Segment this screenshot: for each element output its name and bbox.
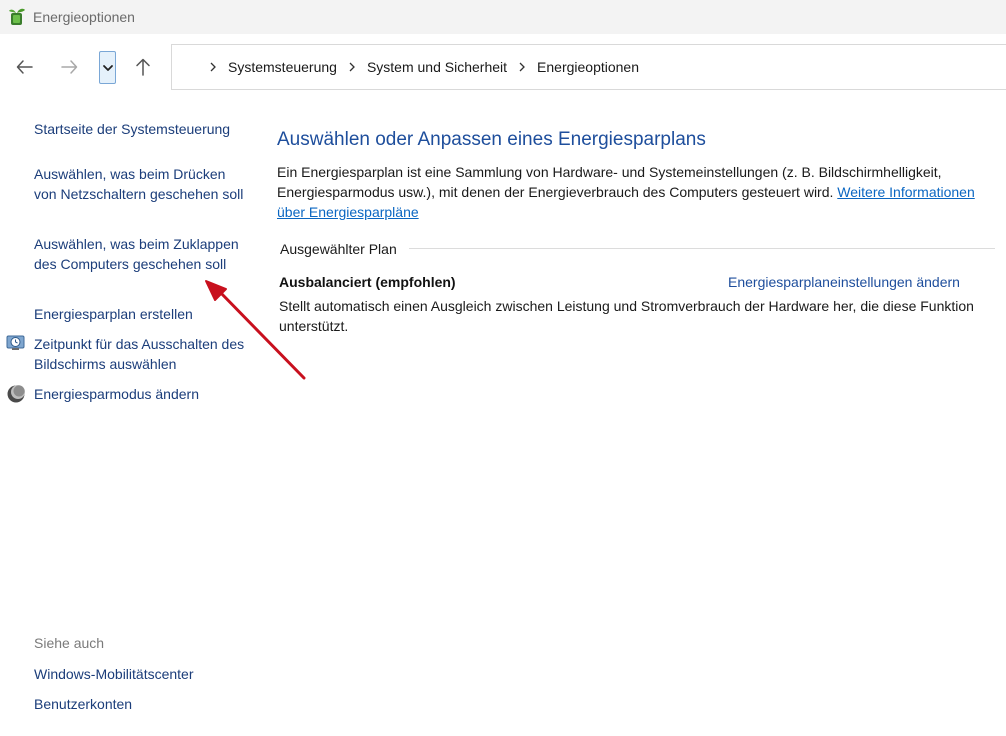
sidebar-link-lid-close[interactable]: Auswählen, was beim Zuklappen des Comput… [34, 234, 249, 274]
chevron-right-icon[interactable] [345, 60, 359, 74]
selected-plan-heading: Ausgewählter Plan [280, 241, 397, 257]
change-plan-settings-link[interactable]: Energiesparplaneinstellungen ändern [728, 274, 960, 290]
title-bar: Energieoptionen [0, 0, 1006, 34]
navigation-bar: Systemsteuerung System und Sicherheit En… [0, 34, 1006, 100]
arrow-left-icon [16, 60, 33, 74]
clock-monitor-icon [6, 335, 25, 350]
sidebar-link-user-accounts[interactable]: Benutzerkonten [34, 694, 249, 714]
chevron-right-icon[interactable] [206, 60, 220, 74]
battery-plant-icon [9, 8, 25, 25]
section-divider [409, 248, 995, 249]
sidebar-link-mobility-center[interactable]: Windows-Mobilitätscenter [34, 664, 249, 684]
breadcrumb: Systemsteuerung System und Sicherheit En… [206, 59, 639, 75]
plan-name: Ausbalanciert (empfohlen) [279, 274, 456, 290]
breadcrumb-item-systemsteuerung[interactable]: Systemsteuerung [228, 59, 337, 75]
address-bar[interactable]: Systemsteuerung System und Sicherheit En… [171, 44, 1006, 90]
chevron-down-icon [102, 64, 113, 71]
page-title: Auswählen oder Anpassen eines Energiespa… [277, 129, 706, 150]
task-sidebar: Startseite der Systemsteuerung Auswählen… [0, 100, 255, 736]
plan-description: Stellt automatisch einen Ausgleich zwisc… [279, 298, 974, 334]
arrow-up-icon [136, 58, 150, 76]
recent-locations-button[interactable] [99, 51, 116, 84]
sidebar-link-create-plan[interactable]: Energiesparplan erstellen [34, 304, 249, 324]
moon-icon [7, 385, 25, 403]
arrow-right-icon [61, 60, 78, 74]
breadcrumb-item-energieoptionen[interactable]: Energieoptionen [537, 59, 639, 75]
sidebar-link-control-panel-home[interactable]: Startseite der Systemsteuerung [34, 119, 249, 139]
sidebar-link-display-off[interactable]: Zeitpunkt für das Ausschalten des Bildsc… [34, 334, 249, 374]
page-description: Ein Energiesparplan ist eine Sammlung vo… [277, 162, 987, 222]
back-button[interactable] [10, 50, 40, 84]
sidebar-link-power-buttons[interactable]: Auswählen, was beim Drücken von Netzscha… [34, 164, 249, 204]
chevron-right-icon[interactable] [515, 60, 529, 74]
see-also-heading: Siehe auch [34, 635, 105, 651]
sidebar-link-sleep-mode[interactable]: Energiesparmodus ändern [34, 384, 249, 404]
window-title: Energieoptionen [33, 9, 135, 25]
forward-button[interactable] [54, 50, 84, 84]
up-button[interactable] [128, 50, 158, 84]
breadcrumb-item-system-und-sicherheit[interactable]: System und Sicherheit [367, 59, 507, 75]
